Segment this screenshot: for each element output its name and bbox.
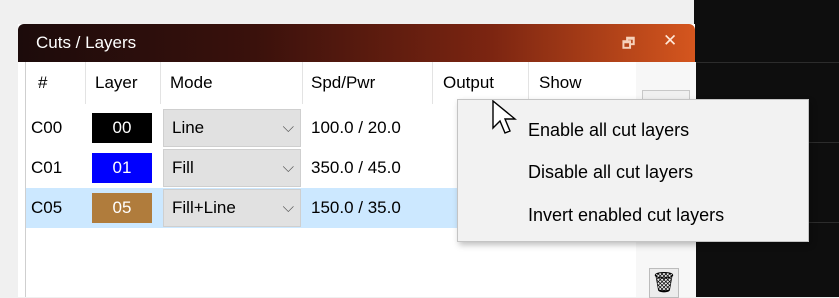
mode-value: Fill+Line (172, 198, 236, 217)
speed-power: 350.0 / 45.0 (311, 158, 401, 177)
column-header-number[interactable]: # (26, 62, 86, 104)
trash-icon[interactable]: 🗑 (649, 268, 679, 298)
column-header-show[interactable]: Show (529, 62, 636, 104)
column-header-layer[interactable]: Layer (86, 62, 161, 104)
cut-id: C00 (31, 118, 63, 137)
column-header-output[interactable]: Output (433, 62, 529, 104)
mode-select[interactable]: Line ⌵ (163, 109, 301, 147)
mode-select[interactable]: Fill ⌵ (163, 149, 301, 187)
divider (694, 62, 839, 63)
close-icon[interactable]: ✕ (663, 31, 677, 51)
mouse-pointer-icon (492, 100, 517, 134)
float-window-icon[interactable]: 🗗 (622, 33, 635, 57)
chevron-down-icon: ⌵ (282, 159, 294, 176)
chevron-down-icon: ⌵ (282, 119, 294, 136)
panel-title: Cuts / Layers (36, 33, 137, 52)
menu-item-disable-all[interactable]: Disable all cut layers (528, 162, 693, 183)
mode-select[interactable]: Fill+Line ⌵ (163, 189, 301, 227)
chevron-down-icon: ⌵ (282, 199, 294, 216)
menu-item-enable-all[interactable]: Enable all cut layers (528, 120, 689, 141)
mode-value: Fill (172, 158, 194, 177)
layer-color-swatch[interactable]: 00 (92, 113, 152, 143)
column-header-spdpwr[interactable]: Spd/Pwr (303, 62, 433, 104)
cut-id: C05 (31, 198, 63, 217)
column-header-mode[interactable]: Mode (161, 62, 303, 104)
speed-power: 150.0 / 35.0 (311, 198, 401, 217)
layer-color-swatch[interactable]: 05 (92, 193, 152, 223)
cut-id: C01 (31, 158, 63, 177)
menu-item-invert-enabled[interactable]: Invert enabled cut layers (528, 205, 724, 226)
mode-value: Line (172, 118, 205, 137)
layer-color-swatch[interactable]: 01 (92, 153, 152, 183)
speed-power: 100.0 / 20.0 (311, 118, 401, 137)
panel-titlebar[interactable]: Cuts / Layers 🗗 ✕ (18, 24, 695, 62)
